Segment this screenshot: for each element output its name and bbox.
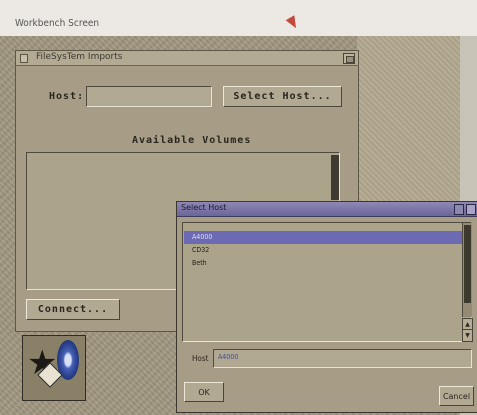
host-list-item[interactable]: Beth [184,257,468,270]
icon-caption [22,402,86,410]
host-list-item[interactable]: CD32 [184,244,468,257]
host-input[interactable] [86,86,212,107]
select-host-button[interactable]: Select Host... [223,86,342,107]
select-host-dialog: Select Host A4000 CD32 Beth ▲ ▼ Host A40… [176,201,477,413]
window-title: FileSysTem Imports [36,52,123,62]
mouse-pointer-icon [285,15,301,31]
cancel-button[interactable]: Cancel [439,386,474,406]
screen-title: Workbench Screen [15,18,100,29]
depth-icon[interactable] [454,204,464,215]
dialog-host-label: Host [192,354,209,363]
drawer-icon[interactable]: ★ [22,335,86,401]
dialog-title-bar[interactable]: Select Host [177,202,477,217]
dialog-host-input-value: A4000 [218,353,239,361]
host-list[interactable]: A4000 CD32 Beth ▲ ▼ [182,222,473,342]
dialog-title: Select Host [181,203,227,212]
scrollbar-thumb[interactable] [464,225,471,303]
ok-button[interactable]: OK [184,382,224,402]
host-list-item[interactable]: A4000 [184,231,468,244]
zoom-icon[interactable] [466,204,476,215]
window-title-bar[interactable]: FileSysTem Imports [16,51,358,66]
arrow-down-icon[interactable]: ▼ [462,329,473,342]
connect-button[interactable]: Connect... [26,299,120,320]
close-icon[interactable] [20,54,28,63]
screen-title-bar[interactable]: Workbench Screen [0,0,477,36]
depth-icon[interactable] [343,53,355,64]
volumes-heading: Available Volumes [132,135,252,146]
host-list-scrollbar[interactable] [462,223,472,317]
host-label: Host: [49,91,85,102]
volumes-scrollbar-thumb[interactable] [331,155,339,200]
dialog-host-input[interactable]: A4000 [213,349,472,368]
backdrop-pattern [357,36,477,206]
